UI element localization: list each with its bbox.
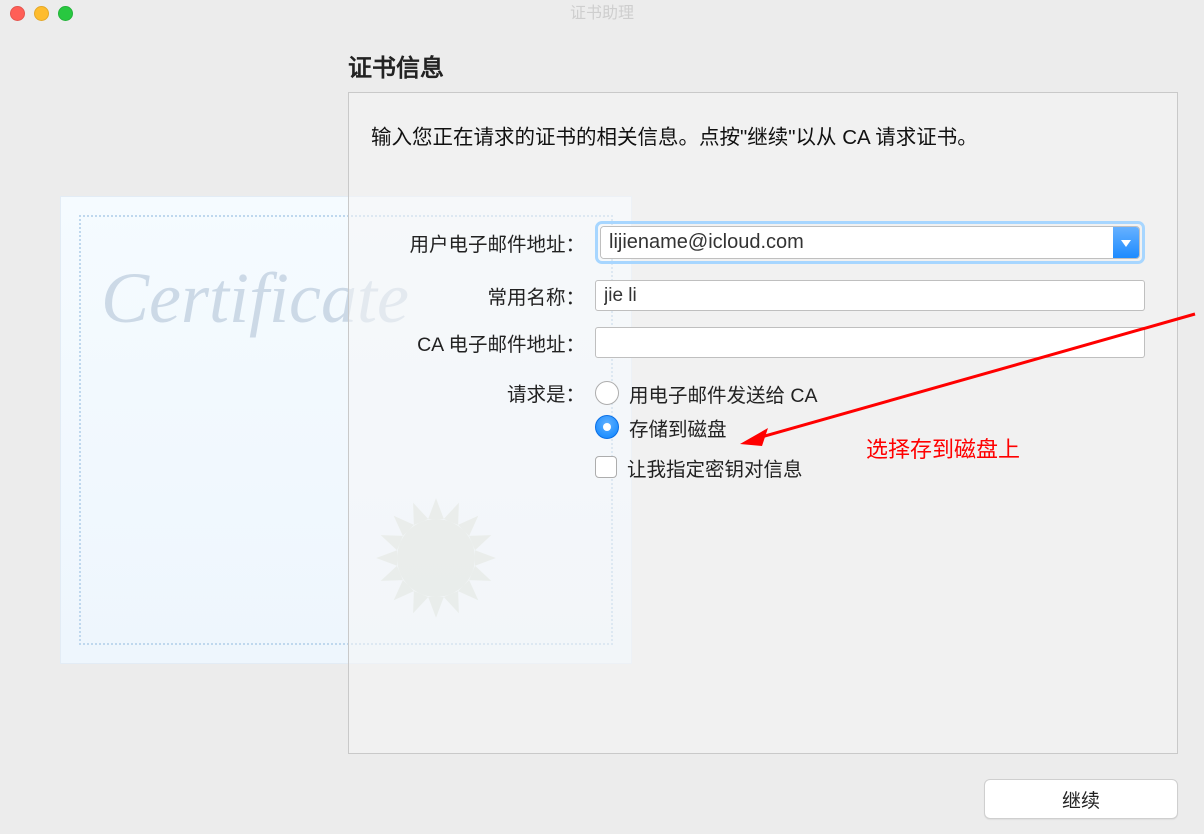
user-email-combobox-focus-ring xyxy=(595,221,1145,264)
checkbox-label-specify-key: 让我指定密钥对信息 xyxy=(627,453,803,482)
radio-send-email-to-ca[interactable]: 用电子邮件发送给 CA xyxy=(595,376,1145,410)
radio-icon-selected xyxy=(595,415,619,439)
page-heading: 证书信息 xyxy=(348,48,444,83)
radio-label-send-email: 用电子邮件发送给 CA xyxy=(629,379,818,408)
user-email-combobox[interactable] xyxy=(600,226,1140,259)
main-panel: 输入您正在请求的证书的相关信息。点按"继续"以从 CA 请求证书。 用户电子邮件… xyxy=(348,92,1178,754)
continue-button[interactable]: 继续 xyxy=(984,779,1178,819)
common-name-input[interactable] xyxy=(595,280,1145,311)
label-ca-email: CA 电子邮件地址： xyxy=(349,328,595,357)
certificate-assistant-window: 证书助理 Certificate 证书信息 输入您正在请求的证书的相关信息。点按… xyxy=(0,0,1204,834)
label-request-type: 请求是： xyxy=(349,374,595,407)
checkbox-icon xyxy=(595,456,617,478)
row-request-type: 请求是： 用电子邮件发送给 CA 存储到磁盘 让我指定密钥对信息 xyxy=(349,374,1145,484)
annotation-text: 选择存到磁盘上 xyxy=(866,432,1020,464)
instructions-text: 输入您正在请求的证书的相关信息。点按"继续"以从 CA 请求证书。 xyxy=(371,123,1155,153)
certificate-form: 用户电子邮件地址： 常用名称： xyxy=(349,221,1145,500)
row-ca-email: CA 电子邮件地址： xyxy=(349,327,1145,358)
titlebar: 证书助理 xyxy=(0,0,1204,28)
label-user-email: 用户电子邮件地址： xyxy=(349,228,595,257)
ca-email-input[interactable] xyxy=(595,327,1145,358)
row-user-email: 用户电子邮件地址： xyxy=(349,221,1145,264)
window-title: 证书助理 xyxy=(0,0,1204,28)
label-common-name: 常用名称： xyxy=(349,281,595,310)
radio-label-save-disk: 存储到磁盘 xyxy=(629,413,727,442)
row-common-name: 常用名称： xyxy=(349,280,1145,311)
user-email-input[interactable] xyxy=(601,227,1113,258)
radio-icon xyxy=(595,381,619,405)
combobox-arrow-button[interactable] xyxy=(1113,227,1139,258)
chevron-down-icon xyxy=(1120,237,1132,249)
